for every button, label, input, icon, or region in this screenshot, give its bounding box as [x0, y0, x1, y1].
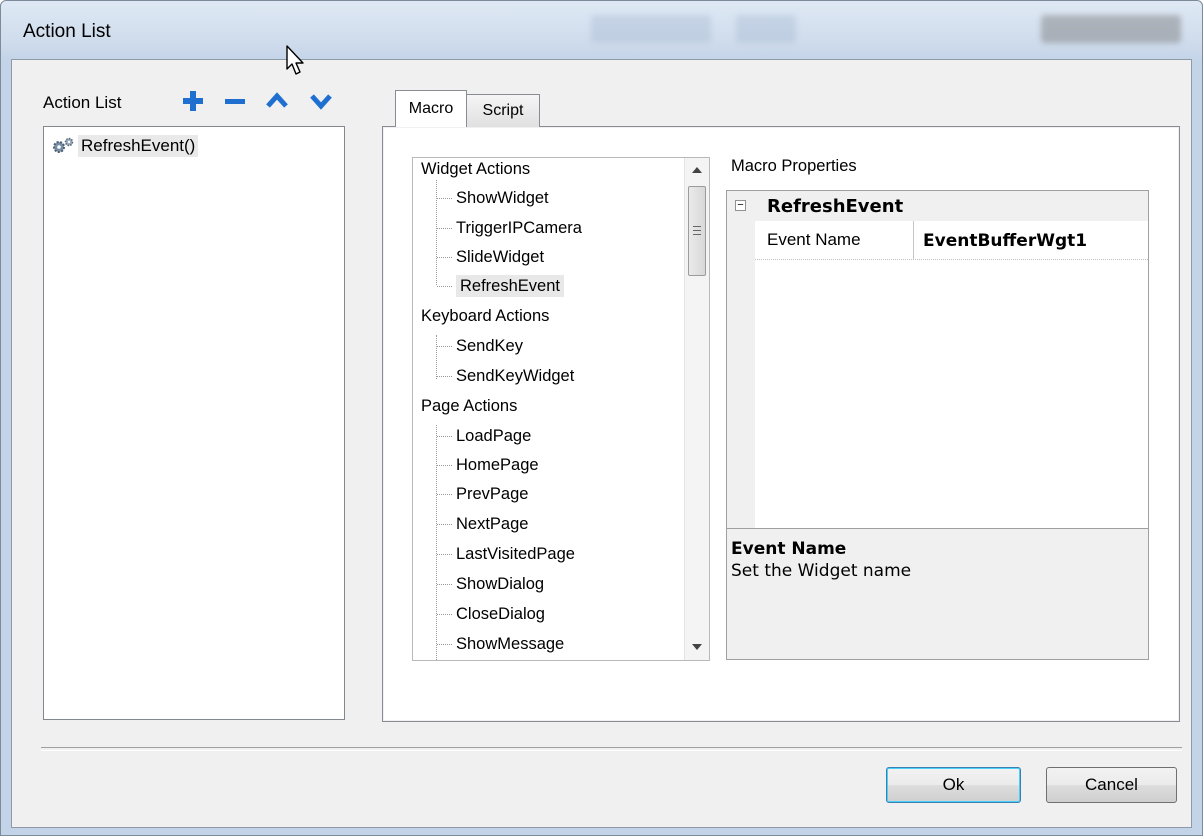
tree-item[interactable]: SlideWidget	[456, 246, 544, 268]
dialog-client: Action List RefreshEvent() Macro Script …	[11, 59, 1192, 828]
tree-item[interactable]: SendKeyWidget	[456, 365, 574, 387]
macro-properties-label: Macro Properties	[731, 157, 857, 175]
ok-button-label: Ok	[942, 775, 965, 794]
background-blur	[736, 15, 796, 43]
action-list-item[interactable]: RefreshEvent()	[50, 135, 199, 157]
ok-button[interactable]: Ok	[886, 767, 1021, 803]
property-category[interactable]: − RefreshEvent	[727, 191, 1148, 221]
help-title: Event Name	[731, 539, 847, 559]
property-name: Event Name	[767, 230, 861, 249]
tree-connector	[437, 346, 452, 347]
help-description: Set the Widget name	[731, 561, 912, 581]
column-divider	[913, 221, 914, 259]
tree-item[interactable]: TriggerIPCamera	[456, 217, 582, 239]
tree-connector	[437, 554, 452, 555]
mouse-cursor-icon	[286, 45, 304, 75]
move-up-icon[interactable]	[264, 88, 290, 114]
macro-tab-panel: Widget Actions ShowWidget TriggerIPCamer…	[384, 128, 1178, 720]
tree-connector	[436, 180, 437, 285]
tab-control: Macro Script Widget Actions ShowWidget T…	[382, 90, 1180, 722]
collapse-icon[interactable]: −	[735, 200, 746, 211]
tree-item[interactable]: CloseDialog	[456, 603, 545, 625]
tree-connector	[437, 524, 452, 525]
tree-category[interactable]: Keyboard Actions	[421, 305, 549, 327]
tree-connector	[437, 584, 452, 585]
cancel-button-label: Cancel	[1085, 775, 1138, 794]
tree-item[interactable]: LastVisitedPage	[456, 543, 575, 565]
tree-connector	[437, 614, 452, 615]
macro-tree[interactable]: Widget Actions ShowWidget TriggerIPCamer…	[412, 157, 710, 661]
tab-script-label: Script	[482, 102, 524, 119]
remove-icon[interactable]	[222, 88, 248, 114]
cancel-button[interactable]: Cancel	[1046, 767, 1177, 803]
property-grid[interactable]: − RefreshEvent Event Name EventBufferWgt…	[726, 190, 1149, 660]
property-category-name: RefreshEvent	[767, 196, 904, 217]
tree-connector	[437, 286, 452, 287]
tab-macro[interactable]: Macro	[395, 90, 467, 127]
tab-script[interactable]: Script	[466, 94, 540, 127]
action-list-box[interactable]: RefreshEvent()	[43, 126, 345, 720]
property-row[interactable]: Event Name EventBufferWgt1	[755, 221, 1148, 260]
tree-connector	[437, 376, 452, 377]
background-blur	[591, 15, 711, 43]
scroll-down-icon[interactable]	[692, 644, 702, 650]
tree-item[interactable]: NextPage	[456, 513, 528, 535]
scrollbar-thumb[interactable]	[688, 186, 706, 276]
scroll-up-icon[interactable]	[692, 167, 702, 173]
background-blur	[1041, 15, 1181, 43]
action-list-label: Action List	[43, 93, 122, 112]
tree-item[interactable]: ShowWidget	[456, 187, 549, 209]
tree-connector	[437, 257, 452, 258]
tree-item[interactable]: PrevPage	[456, 483, 528, 505]
add-icon[interactable]	[180, 88, 206, 114]
tree-item[interactable]: ShowMessage	[456, 633, 564, 655]
property-help-pane: Event Name Set the Widget name	[727, 528, 1148, 659]
tree-connector	[437, 436, 452, 437]
tree-category[interactable]: Page Actions	[421, 395, 517, 417]
tree-item-selected[interactable]: RefreshEvent	[456, 275, 564, 297]
gear-icon	[53, 137, 74, 153]
action-list-item-label: RefreshEvent()	[78, 135, 199, 157]
separator	[41, 747, 1182, 751]
tree-item[interactable]: HomePage	[456, 454, 539, 476]
window-title: Action List	[23, 21, 111, 42]
tree-connector	[437, 465, 452, 466]
tree-item[interactable]: LoadPage	[456, 425, 531, 447]
grid-gutter	[727, 191, 755, 528]
tree-connector	[437, 228, 452, 229]
tree-connector	[436, 335, 437, 379]
tree-connector	[437, 644, 452, 645]
tree-connector	[436, 425, 437, 660]
move-down-icon[interactable]	[308, 88, 334, 114]
tree-connector	[437, 198, 452, 199]
title-bar[interactable]: Action List	[1, 1, 1202, 59]
tree-scrollbar[interactable]	[684, 158, 709, 660]
tree-category[interactable]: Widget Actions	[421, 158, 530, 180]
property-value[interactable]: EventBufferWgt1	[923, 231, 1087, 251]
tab-macro-label: Macro	[408, 100, 454, 117]
tree-item[interactable]: ShowDialog	[456, 573, 544, 595]
dialog-window: Action List Action List RefreshEvent() M…	[0, 0, 1203, 836]
tree-connector	[437, 494, 452, 495]
tree-item[interactable]: SendKey	[456, 335, 523, 357]
